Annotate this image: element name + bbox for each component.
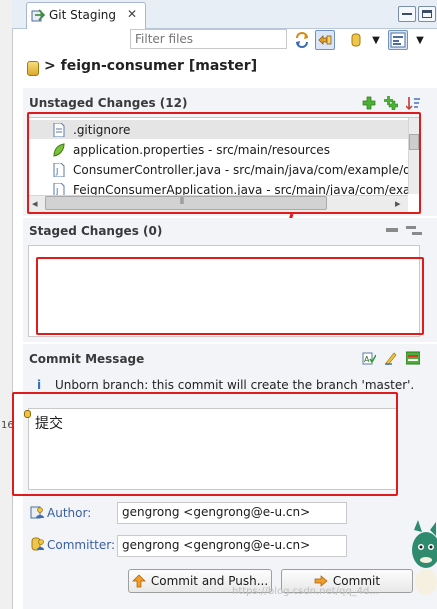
committer-icon [31, 537, 44, 551]
watermark-text: https://blog.csdn.net/qq_4d... [232, 586, 379, 597]
committer-value: gengrong <gengrong@e-u.cn> [122, 538, 311, 552]
git-staging-icon [31, 9, 45, 22]
push-icon [132, 574, 146, 588]
stage-all-icon[interactable] [384, 96, 399, 113]
svg-text:A: A [364, 355, 370, 364]
repository-header-icon [27, 61, 39, 76]
repository-icon[interactable] [346, 30, 366, 50]
filter-files-input[interactable] [130, 29, 287, 49]
author-icon [30, 506, 44, 519]
repository-title: > feign-consumer [master] [44, 58, 258, 74]
change-id-icon[interactable] [405, 351, 421, 368]
mascot-image [412, 520, 437, 595]
neighbor-view-strip: 16 [0, 0, 14, 609]
tab-git-staging[interactable]: Git Staging ✕ [26, 2, 146, 29]
author-value: gengrong <gengrong@e-u.cn> [122, 505, 311, 519]
author-label: Author: [47, 506, 92, 520]
stage-selected-icon[interactable] [362, 96, 376, 113]
author-field[interactable]: gengrong <gengrong@e-u.cn> [117, 502, 347, 524]
chevron-down-icon[interactable]: ▼ [366, 30, 386, 50]
close-icon[interactable]: ✕ [127, 7, 137, 21]
tab-title: Git Staging [49, 8, 117, 22]
committer-field[interactable]: gengrong <gengrong@e-u.cn> [117, 535, 347, 557]
annotation-box-unstaged [27, 112, 421, 214]
presentation-toggle-icon[interactable] [388, 30, 408, 50]
unstage-selected-icon[interactable] [386, 228, 398, 232]
link-with-selection-icon[interactable] [315, 30, 335, 50]
view-menu-chevron-icon[interactable]: ▼ [410, 30, 430, 50]
annotation-box-commit-message [12, 392, 398, 496]
minimize-icon[interactable] [398, 6, 416, 22]
maximize-icon[interactable] [418, 6, 436, 22]
annotation-box-staged [36, 257, 424, 335]
sort-icon[interactable] [405, 96, 420, 113]
unstaged-changes-title: Unstaged Changes (12) [29, 96, 188, 110]
staged-changes-title: Staged Changes (0) [29, 224, 163, 238]
unborn-branch-hint: Unborn branch: this commit will create t… [55, 378, 415, 392]
commit-message-title: Commit Message [29, 352, 145, 366]
unstage-all-icon[interactable] [406, 225, 422, 240]
spell-check-icon[interactable]: A [362, 351, 377, 368]
view-tab-bar: Git Staging ✕ [12, 0, 437, 29]
committer-label: Committer: [47, 538, 115, 552]
signed-off-icon[interactable] [384, 351, 398, 368]
refresh-icon[interactable] [292, 30, 312, 50]
info-icon: i [37, 378, 42, 392]
